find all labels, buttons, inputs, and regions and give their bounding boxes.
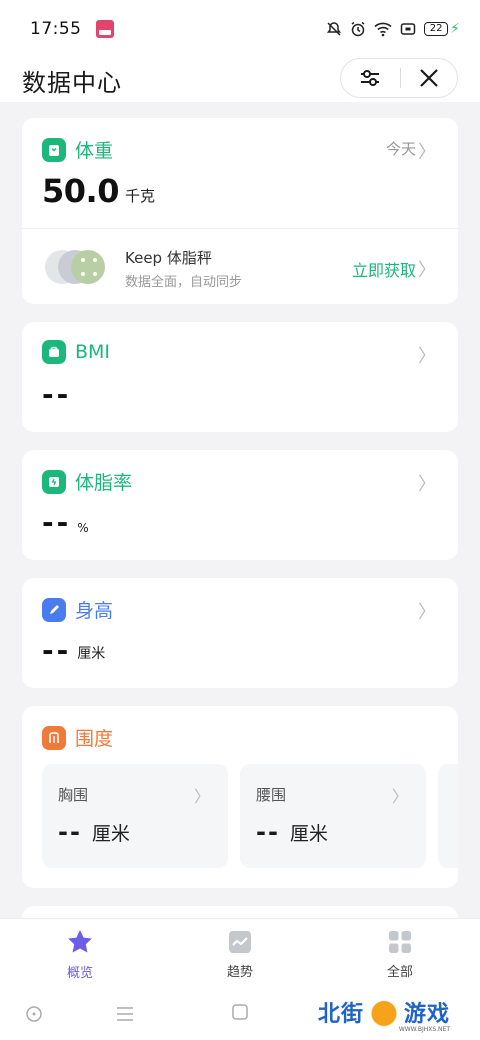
height-chevron-right-icon: 〉 (418, 602, 436, 623)
weight-date: 今天 (385, 140, 416, 158)
girth-card-header: 围度 (42, 724, 113, 751)
tab-overview-label: 概览 (66, 966, 93, 981)
chest-value: -- (58, 818, 82, 846)
watermark-url: WWW.BJHXS.NET (398, 1026, 450, 1033)
watermark-left-text: 北街 (317, 1002, 364, 1027)
alarm-icon (351, 21, 365, 37)
weight-value: 50.0 (42, 172, 119, 210)
girth-tiles: 胸围 〉 -- 厘米 腰围 〉 -- 厘米 (42, 764, 458, 868)
weight-chevron-right-icon: 〉 (418, 142, 436, 163)
body-fat-card[interactable]: 体脂率 〉 -- % (22, 450, 458, 560)
waist-label: 腰围 (256, 786, 287, 804)
header-action-group (340, 58, 458, 98)
body-fat-value: -- (42, 506, 72, 539)
body-fat-card-header: 体脂率 (42, 468, 132, 495)
waist-tile[interactable]: 腰围 〉 -- 厘米 (240, 764, 426, 868)
chest-value-row: -- 厘米 (58, 818, 130, 846)
body-fat-unit: % (77, 521, 89, 535)
bmi-card[interactable]: BMI 〉 -- (22, 322, 458, 432)
next-girth-tile-peek[interactable] (438, 764, 458, 868)
chest-unit: 厘米 (91, 823, 130, 845)
status-icons: 22 ⚡ (326, 21, 460, 37)
header-divider (399, 68, 401, 88)
menu-icon[interactable] (114, 1004, 136, 1024)
waist-value-row: -- 厘米 (256, 818, 328, 846)
bmi-card-header: BMI (42, 340, 110, 364)
height-card-header: 身高 (42, 596, 113, 623)
bmi-value-row: -- (42, 378, 71, 411)
tab-all[interactable]: 全部 (340, 929, 460, 980)
chest-chevron-right-icon: 〉 (193, 787, 210, 806)
girth-card: 围度 胸围 〉 -- 厘米 腰围 〉 -- 厘米 (22, 706, 458, 888)
charging-icon: ⚡ (450, 21, 460, 37)
body-fat-icon (42, 469, 66, 494)
bmi-chevron-right-icon: 〉 (418, 346, 436, 367)
battery-indicator: 22 ⚡ (424, 21, 460, 37)
pencil-icon (42, 597, 66, 622)
scale-name: Keep 体脂秤 (125, 249, 212, 267)
body-fat-chevron-right-icon: 〉 (418, 474, 436, 495)
status-bar: 17:55 22 ⚡ (0, 0, 480, 58)
bmi-value: -- (42, 378, 72, 411)
bottom-nav: 概览 趋势 全部 (0, 918, 480, 990)
weight-icon (42, 137, 66, 162)
screen-icon (400, 23, 416, 35)
waist-value: -- (256, 818, 280, 846)
weight-value-row: 50.0 千克 (42, 172, 155, 210)
weight-card-header: 体重 (42, 136, 113, 163)
waist-chevron-right-icon: 〉 (391, 787, 408, 806)
height-unit: 厘米 (77, 646, 106, 662)
weight-card[interactable]: 体重 今天 〉 50.0 千克 Keep 体脂秤 数据全面，自动同步 立即获取 … (22, 118, 458, 304)
wifi-icon (374, 22, 392, 37)
close-icon[interactable] (419, 68, 439, 88)
tab-trend[interactable]: 趋势 (180, 929, 300, 980)
back-circle-icon[interactable] (24, 1004, 44, 1024)
girth-title: 围度 (75, 728, 114, 750)
tab-overview[interactable]: 概览 (20, 928, 140, 981)
height-value-row: -- 厘米 (42, 634, 105, 667)
get-now-link[interactable]: 立即获取 (352, 257, 416, 281)
star-icon (68, 930, 92, 953)
height-title: 身高 (75, 600, 114, 622)
weight-title: 体重 (75, 140, 114, 162)
home-square-icon[interactable] (230, 1002, 250, 1022)
weight-unit: 千克 (124, 187, 155, 205)
silent-bell-icon (327, 22, 342, 36)
waist-unit: 厘米 (289, 823, 328, 845)
tab-trend-label: 趋势 (226, 965, 253, 980)
height-value: -- (42, 634, 72, 667)
height-card[interactable]: 身高 〉 -- 厘米 (22, 578, 458, 688)
tab-all-label: 全部 (386, 965, 413, 980)
bmi-title: BMI (75, 341, 111, 363)
trend-icon (229, 931, 251, 953)
chest-tile[interactable]: 胸围 〉 -- 厘米 (42, 764, 228, 868)
keep-scale-promo[interactable]: Keep 体脂秤 数据全面，自动同步 立即获取 〉 (22, 228, 458, 304)
chest-label: 胸围 (58, 786, 89, 804)
girth-icon (42, 725, 66, 750)
body-fat-title: 体脂率 (75, 472, 133, 494)
watermark-sun-icon (365, 997, 402, 1027)
body-fat-scale-image (45, 250, 105, 284)
scale-chevron-right-icon: 〉 (418, 260, 436, 281)
app-notification-icon (95, 20, 114, 38)
page-title: 数据中心 (22, 68, 122, 97)
watermark-logo: 北街 游戏 WWW.BJHXS.NET (317, 996, 450, 1033)
settings-sliders-icon[interactable] (359, 67, 381, 89)
battery-level: 22 (424, 22, 449, 36)
status-time: 17:55 (30, 19, 82, 39)
grid-icon (389, 931, 411, 953)
watermark-right-text: 游戏 (403, 1002, 450, 1027)
scale-description: 数据全面，自动同步 (125, 275, 243, 290)
bmi-icon (42, 340, 66, 364)
body-fat-value-row: -- % (42, 506, 89, 539)
header: 数据中心 (0, 58, 480, 102)
